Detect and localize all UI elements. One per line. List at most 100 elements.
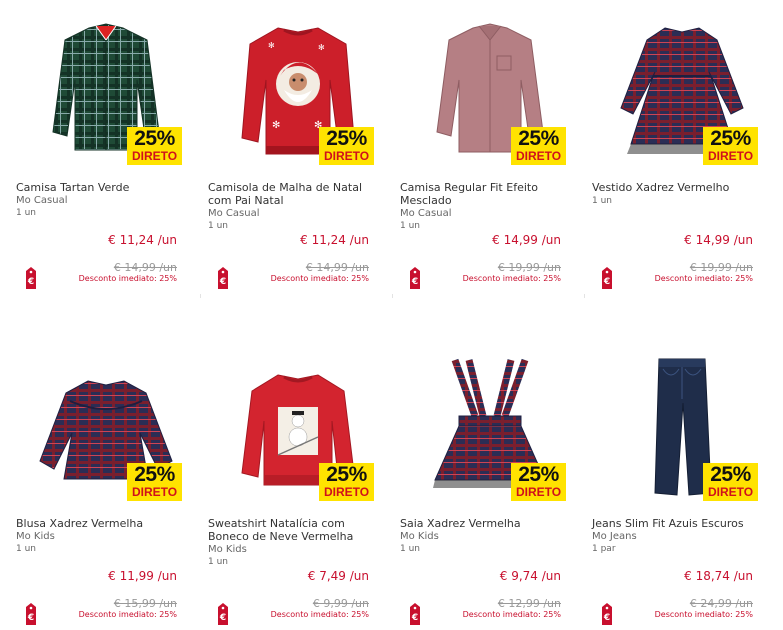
promo-badge: 25% DIRETO <box>703 463 758 501</box>
product-unit: 1 un <box>16 544 36 554</box>
discount-tag-icon: € <box>26 267 36 289</box>
product-info: Jeans Slim Fit Azuis Escuros Mo Jeans 1 … <box>592 517 764 555</box>
product-name[interactable]: Sweatshirt Natalícia com Boneco de Neve … <box>208 517 380 543</box>
product-price: € 11,24 /un <box>300 233 369 247</box>
old-price: € 14,99 /un <box>113 261 177 274</box>
product-unit: 1 un <box>16 208 36 218</box>
promo-label: DIRETO <box>707 149 754 163</box>
old-price: € 19,99 /un <box>497 261 561 274</box>
product-card[interactable]: 25% DIRETO Camisa Regular Fit Efeito Mes… <box>384 0 576 294</box>
product-price: € 7,49 /un <box>307 569 369 583</box>
discount-tag-icon: € <box>602 267 612 289</box>
product-name[interactable]: Camisola de Malha de Natal com Pai Natal <box>208 181 380 207</box>
product-info: Camisa Regular Fit Efeito Mesclado Mo Ca… <box>400 181 572 232</box>
promo-percent: 25% <box>326 463 367 486</box>
product-name[interactable]: Blusa Xadrez Vermelha <box>16 517 188 530</box>
promo-badge: 25% DIRETO <box>511 127 566 165</box>
promo-label: DIRETO <box>131 485 178 499</box>
promo-percent: 25% <box>710 127 751 150</box>
discount-tag-icon: € <box>602 603 612 625</box>
product-unit: 1 par <box>592 544 616 554</box>
promo-label: DIRETO <box>515 149 562 163</box>
promo-badge: 25% DIRETO <box>319 463 374 501</box>
product-brand: Mo Jeans <box>592 531 637 542</box>
discount-tag-icon: € <box>26 603 36 625</box>
product-name[interactable]: Saia Xadrez Vermelha <box>400 517 572 530</box>
product-card[interactable]: 25% DIRETO Jeans Slim Fit Azuis Escuros … <box>576 336 768 630</box>
promo-label: DIRETO <box>131 149 178 163</box>
promo-label: DIRETO <box>707 485 754 499</box>
product-card[interactable]: 25% DIRETO Saia Xadrez Vermelha Mo Kids … <box>384 336 576 630</box>
product-price: € 14,99 /un <box>684 233 753 247</box>
svg-text:€: € <box>603 277 610 287</box>
promo-badge: 25% DIRETO <box>703 127 758 165</box>
product-card[interactable]: 25% DIRETO Camisa Tartan Verde Mo Casual… <box>0 0 192 294</box>
product-unit: 1 un <box>400 544 420 554</box>
svg-text:€: € <box>219 277 226 287</box>
product-brand: Mo Kids <box>400 531 439 542</box>
product-info: Sweatshirt Natalícia com Boneco de Neve … <box>208 517 380 568</box>
product-brand: Mo Casual <box>400 208 452 219</box>
svg-text:✻: ✻ <box>268 41 275 50</box>
product-info: Camisa Tartan Verde Mo Casual 1 un <box>16 181 188 219</box>
svg-text:✻: ✻ <box>272 120 280 131</box>
promo-percent: 25% <box>518 127 559 150</box>
discount-tag-icon: € <box>410 267 420 289</box>
discount-text: Desconto imediato: 25% <box>270 610 369 619</box>
svg-text:€: € <box>219 613 226 623</box>
product-price: € 11,99 /un <box>108 569 177 583</box>
old-price: € 24,99 /un <box>689 597 753 610</box>
product-info: Vestido Xadrez Vermelho 1 un <box>592 181 764 207</box>
discount-text: Desconto imediato: 25% <box>78 274 177 283</box>
promo-badge: 25% DIRETO <box>127 127 182 165</box>
product-info: Blusa Xadrez Vermelha Mo Kids 1 un <box>16 517 188 555</box>
product-unit: 1 un <box>208 557 228 567</box>
svg-text:€: € <box>411 277 418 287</box>
discount-tag-icon: € <box>410 603 420 625</box>
discount-tag-icon: € <box>218 603 228 625</box>
promo-badge: 25% DIRETO <box>127 463 182 501</box>
promo-label: DIRETO <box>323 485 370 499</box>
product-unit: 1 un <box>208 221 228 231</box>
promo-badge: 25% DIRETO <box>319 127 374 165</box>
promo-percent: 25% <box>710 463 751 486</box>
product-brand: Mo Casual <box>208 208 260 219</box>
svg-text:✻: ✻ <box>318 43 325 52</box>
product-name[interactable]: Camisa Regular Fit Efeito Mesclado <box>400 181 572 207</box>
old-price: € 9,99 /un <box>312 597 369 610</box>
old-price: € 12,99 /un <box>497 597 561 610</box>
product-card[interactable]: 25% DIRETO Blusa Xadrez Vermelha Mo Kids… <box>0 336 192 630</box>
discount-text: Desconto imediato: 25% <box>654 610 753 619</box>
discount-text: Desconto imediato: 25% <box>78 610 177 619</box>
product-price: € 18,74 /un <box>684 569 753 583</box>
product-name[interactable]: Jeans Slim Fit Azuis Escuros <box>592 517 764 530</box>
product-card[interactable]: 25% DIRETO Sweatshirt Natalícia com Bone… <box>192 336 384 630</box>
svg-text:€: € <box>603 613 610 623</box>
product-unit: 1 un <box>400 221 420 231</box>
product-card[interactable]: ✻ ✻ ✻ ✻ 25% DIRETO Camisola de Malha de … <box>192 0 384 294</box>
product-name[interactable]: Vestido Xadrez Vermelho <box>592 181 764 194</box>
promo-label: DIRETO <box>323 149 370 163</box>
svg-text:€: € <box>27 277 34 287</box>
product-price: € 9,74 /un <box>499 569 561 583</box>
promo-badge: 25% DIRETO <box>511 463 566 501</box>
discount-text: Desconto imediato: 25% <box>462 274 561 283</box>
promo-percent: 25% <box>134 127 175 150</box>
product-info: Saia Xadrez Vermelha Mo Kids 1 un <box>400 517 572 555</box>
product-info: Camisola de Malha de Natal com Pai Natal… <box>208 181 380 232</box>
old-price: € 19,99 /un <box>689 261 753 274</box>
old-price: € 14,99 /un <box>305 261 369 274</box>
product-card[interactable]: 25% DIRETO Vestido Xadrez Vermelho 1 un … <box>576 0 768 294</box>
product-name[interactable]: Camisa Tartan Verde <box>16 181 188 194</box>
product-unit: 1 un <box>592 196 612 206</box>
old-price: € 15,99 /un <box>113 597 177 610</box>
product-price: € 14,99 /un <box>492 233 561 247</box>
promo-percent: 25% <box>326 127 367 150</box>
svg-text:€: € <box>27 613 34 623</box>
product-price: € 11,24 /un <box>108 233 177 247</box>
promo-percent: 25% <box>134 463 175 486</box>
product-brand: Mo Casual <box>16 195 68 206</box>
discount-text: Desconto imediato: 25% <box>270 274 369 283</box>
discount-tag-icon: € <box>218 267 228 289</box>
discount-text: Desconto imediato: 25% <box>462 610 561 619</box>
